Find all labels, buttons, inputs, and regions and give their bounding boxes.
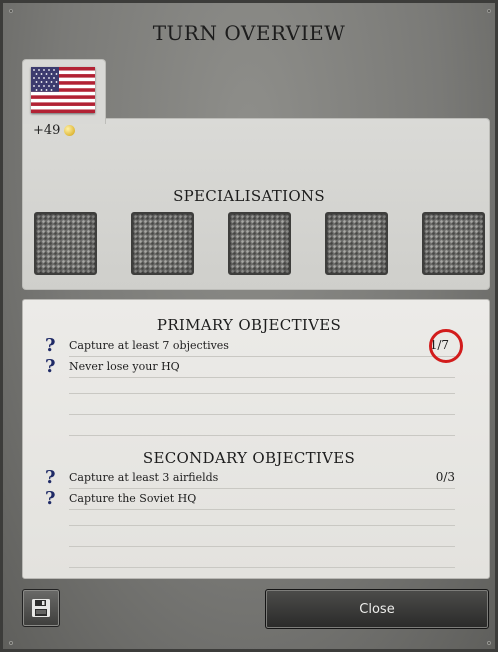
turn-overview-window: TURN OVERVIEW +49 SPECIALISATIONS PRIMAR… xyxy=(0,0,498,652)
floppy-disk-icon xyxy=(32,599,50,617)
help-icon[interactable]: ? xyxy=(45,356,56,377)
empty-row-divider xyxy=(69,393,455,394)
help-icon[interactable]: ? xyxy=(45,335,56,356)
empty-row-divider xyxy=(69,546,455,547)
rivet xyxy=(9,641,13,645)
objective-progress: 0/3 xyxy=(435,470,455,484)
objective-row: ? Capture at least 3 airfields 0/3 xyxy=(45,467,455,489)
empty-row-divider xyxy=(69,525,455,526)
highlight-ring xyxy=(429,329,463,363)
secondary-objectives-title: SECONDARY OBJECTIVES xyxy=(142,449,356,467)
objective-row: ? Capture at least 7 objectives 1/7 xyxy=(45,335,455,357)
faction-tab-usa[interactable] xyxy=(22,59,106,124)
empty-row-divider xyxy=(69,414,455,415)
score-display: +49 xyxy=(33,123,76,138)
empty-row-divider xyxy=(69,567,455,568)
empty-row-divider xyxy=(69,435,455,436)
objective-text: Capture at least 3 airfields xyxy=(69,471,219,484)
help-icon[interactable]: ? xyxy=(45,467,56,488)
specialisation-slot[interactable] xyxy=(422,212,485,275)
specialisation-slot[interactable] xyxy=(228,212,291,275)
rivet xyxy=(487,641,491,645)
coin-icon xyxy=(64,125,76,136)
objective-text: Capture the Soviet HQ xyxy=(69,492,197,505)
rivet xyxy=(9,9,13,13)
window-title: TURN OVERVIEW xyxy=(152,21,346,45)
us-flag-icon xyxy=(31,67,95,113)
help-icon[interactable]: ? xyxy=(45,488,56,509)
primary-objectives-title: PRIMARY OBJECTIVES xyxy=(156,316,342,334)
score-value: +49 xyxy=(33,123,61,138)
objective-row: ? Never lose your HQ xyxy=(45,356,455,378)
save-button[interactable] xyxy=(22,589,60,627)
close-button[interactable]: Close xyxy=(265,589,489,629)
objective-text: Capture at least 7 objectives xyxy=(69,339,229,352)
rivet xyxy=(487,9,491,13)
objective-row: ? Capture the Soviet HQ xyxy=(45,488,455,510)
specialisation-slot[interactable] xyxy=(34,212,97,275)
specialisation-slot[interactable] xyxy=(131,212,194,275)
specialisation-slot[interactable] xyxy=(325,212,388,275)
specialisations-title: SPECIALISATIONS xyxy=(173,187,325,205)
objective-text: Never lose your HQ xyxy=(69,360,180,373)
